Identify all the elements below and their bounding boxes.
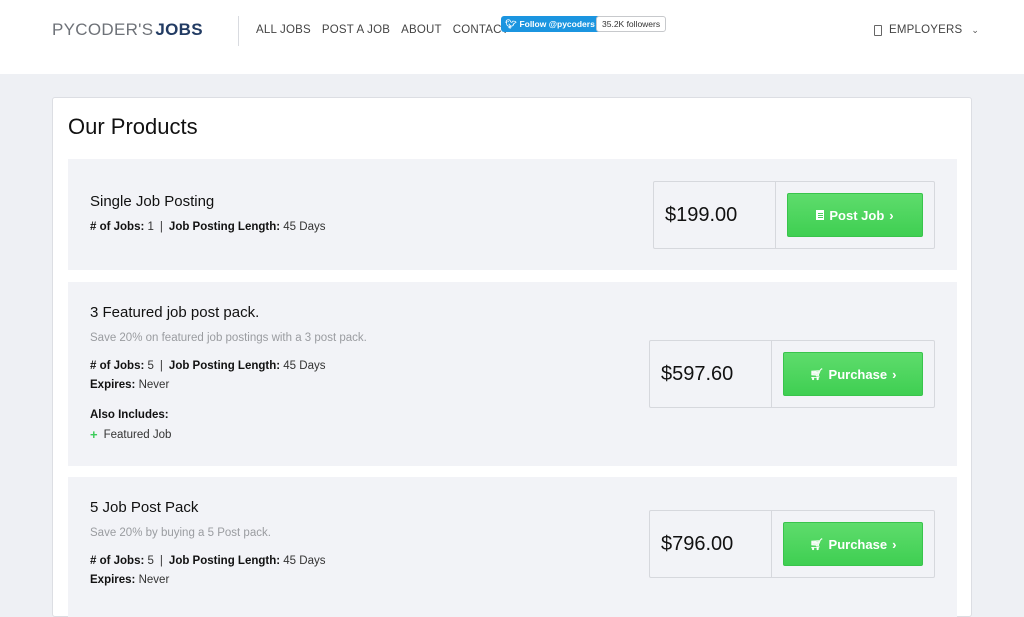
chevron-right-icon: › <box>892 536 897 552</box>
product-meta: # of Jobs: 1 | Job Posting Length: 45 Days <box>90 221 326 233</box>
product-price: $597.60 <box>661 363 734 385</box>
jobs-label: # of Jobs: <box>90 555 145 567</box>
product-5-job-post-pack: 5 Job Post Pack Save 20% by buying a 5 P… <box>68 477 957 617</box>
nav-post-a-job[interactable]: POST A JOB <box>322 24 390 36</box>
product-title: 5 Job Post Pack <box>90 499 199 516</box>
product-expires: Expires: Never <box>90 379 169 391</box>
products-card: Our Products Single Job Posting # of Job… <box>52 97 972 617</box>
cart-icon: 🛒︎ <box>809 368 824 381</box>
product-subtitle: Save 20% on featured job postings with a… <box>90 332 367 344</box>
plus-icon: + <box>90 427 98 442</box>
expires-label: Expires: <box>90 574 136 586</box>
page-title: Our Products <box>68 114 198 139</box>
header-divider <box>238 16 239 46</box>
length-value: 45 Days <box>283 555 326 567</box>
expires-value: Never <box>138 574 170 586</box>
nav-about[interactable]: ABOUT <box>401 24 442 36</box>
employers-label: EMPLOYERS <box>889 24 963 36</box>
logo-text-part2: JOBS <box>155 20 203 39</box>
product-title: 3 Featured job post pack. <box>90 304 260 321</box>
product-single-job-posting: Single Job Posting # of Jobs: 1 | Job Post… <box>68 159 957 270</box>
chevron-right-icon: › <box>889 207 894 223</box>
length-value: 45 Days <box>283 221 326 233</box>
product-subtitle: Save 20% by buying a 5 Post pack. <box>90 527 271 539</box>
expires-value: Never <box>138 379 170 391</box>
expires-label: Expires: <box>90 379 136 391</box>
product-title: Single Job Posting <box>90 193 215 210</box>
main-nav: ALL JOBS POST A JOB ABOUT CONTACT <box>256 24 520 36</box>
product-expires: Expires: Never <box>90 574 169 586</box>
purchase-button[interactable]: 🛒︎ Purchase › <box>783 352 923 396</box>
length-label: Job Posting Length: <box>168 221 281 233</box>
twitter-follow-button[interactable]: 🐦︎ Follow @pycoders <box>501 16 601 32</box>
jobs-label: # of Jobs: <box>90 221 145 233</box>
post-job-button[interactable]: Post Job › <box>787 193 923 237</box>
length-label: Job Posting Length: <box>168 360 281 372</box>
jobs-label: # of Jobs: <box>90 360 145 372</box>
product-price: $796.00 <box>661 533 734 555</box>
feature-label: Featured Job <box>103 428 172 441</box>
product-price: $199.00 <box>665 204 738 226</box>
building-icon <box>874 24 882 36</box>
site-logo[interactable]: PYCODER'S JOBS <box>52 20 203 40</box>
included-feature: + Featured Job <box>90 427 171 442</box>
twitter-follow-label: Follow @pycoders <box>519 19 595 29</box>
chevron-right-icon: › <box>892 366 897 382</box>
product-meta: # of Jobs: 5 | Job Posting Length: 45 Days <box>90 360 326 372</box>
buy-box: $199.00 Post Job › <box>653 181 935 249</box>
logo-text-part1: PYCODER'S <box>52 20 154 39</box>
jobs-value: 1 <box>147 221 154 233</box>
button-label: Purchase <box>828 536 888 552</box>
twitter-bird-icon: 🐦︎ <box>505 18 517 29</box>
purchase-button[interactable]: 🛒︎ Purchase › <box>783 522 923 566</box>
cart-icon: 🛒︎ <box>809 538 824 551</box>
document-icon <box>816 210 825 220</box>
also-includes-label: Also Includes: <box>90 409 169 421</box>
length-value: 45 Days <box>283 360 326 372</box>
button-label: Post Job <box>829 207 885 223</box>
nav-all-jobs[interactable]: ALL JOBS <box>256 24 311 36</box>
product-meta: # of Jobs: 5 | Job Posting Length: 45 Days <box>90 555 326 567</box>
employers-menu[interactable]: EMPLOYERS ⌄ <box>874 24 979 36</box>
length-label: Job Posting Length: <box>168 555 281 567</box>
buy-box: $796.00 🛒︎ Purchase › <box>649 510 935 578</box>
button-label: Purchase <box>828 366 888 382</box>
site-header: PYCODER'S JOBS ALL JOBS POST A JOB ABOUT … <box>0 0 1024 74</box>
buy-box: $597.60 🛒︎ Purchase › <box>649 340 935 408</box>
jobs-value: 5 <box>147 360 154 372</box>
chevron-down-icon: ⌄ <box>971 24 980 35</box>
twitter-follower-count[interactable]: 35.2K followers <box>596 16 667 32</box>
jobs-value: 5 <box>147 555 154 567</box>
product-3-featured-pack: 3 Featured job post pack. Save 20% on fe… <box>68 282 957 466</box>
